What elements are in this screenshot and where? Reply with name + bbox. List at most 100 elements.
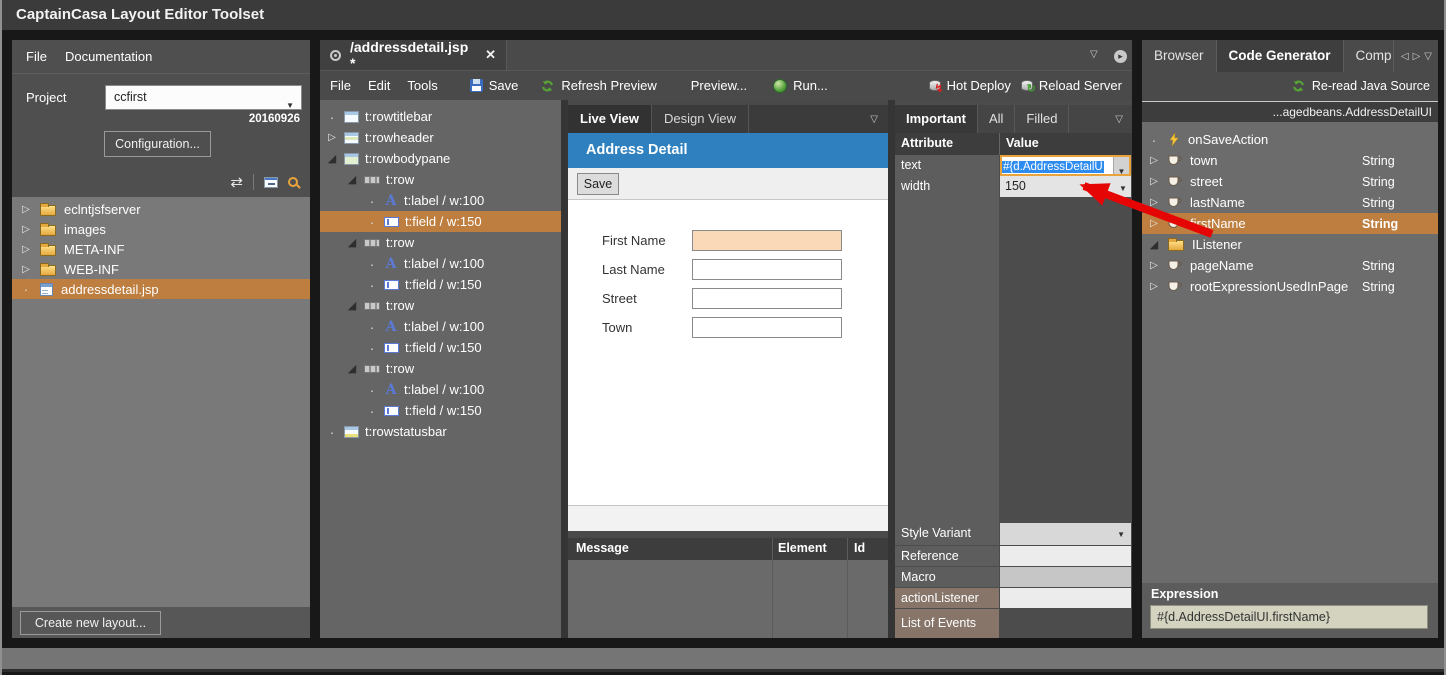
window-copy-icon[interactable] xyxy=(264,176,278,188)
tab-filled[interactable]: Filled xyxy=(1015,105,1070,133)
tree-node-rowstatusbar[interactable]: · t:rowstatusbar xyxy=(320,421,561,442)
tree-node-field[interactable]: · t:field / w:150 xyxy=(320,337,561,358)
tree-node-row[interactable]: ◢ t:row xyxy=(320,169,561,190)
bean-node-firstname-selected[interactable]: ▷ firstName String xyxy=(1142,213,1438,234)
chevron-down-icon[interactable]: ▽ xyxy=(870,114,888,125)
collapsed-arrow-icon[interactable]: ▷ xyxy=(1148,218,1160,229)
tree-node-label[interactable]: · t:label / w:100 xyxy=(320,253,561,274)
menu-tools[interactable]: Tools xyxy=(407,78,437,93)
attribute-value-width[interactable]: 150 ▼ xyxy=(1000,176,1131,197)
style-variant-select[interactable]: ▼ xyxy=(1000,523,1131,545)
reread-java-source-button[interactable]: Re-read Java Source xyxy=(1312,79,1430,93)
tree-node-row[interactable]: ◢ t:row xyxy=(320,358,561,379)
menu-edit[interactable]: Edit xyxy=(368,78,390,93)
tab-browser[interactable]: Browser xyxy=(1142,40,1217,72)
project-select[interactable]: ccfirst ▼ xyxy=(105,85,302,110)
tree-node-field-selected[interactable]: · t:field / w:150 xyxy=(320,211,561,232)
tab-live-view[interactable]: Live View xyxy=(568,105,653,133)
menu-file[interactable]: File xyxy=(26,49,47,64)
tree-node-rowbodypane[interactable]: ◢ t:rowbodypane xyxy=(320,148,561,169)
bean-node-town[interactable]: ▷ town String xyxy=(1142,150,1438,171)
tree-item-folder[interactable]: ▷ WEB-INF xyxy=(12,259,310,279)
column-message[interactable]: Message xyxy=(576,541,629,555)
collapsed-arrow-icon[interactable]: ▷ xyxy=(1148,197,1160,208)
column-element[interactable]: Element xyxy=(778,541,827,555)
tabbar-chevron-down-icon[interactable]: ▽ xyxy=(1090,49,1098,60)
nav-left-icon[interactable]: ◁ xyxy=(1401,51,1409,62)
expanded-arrow-icon[interactable]: ◢ xyxy=(346,236,358,249)
last-name-input[interactable] xyxy=(692,259,842,280)
configuration-button[interactable]: Configuration... xyxy=(104,131,211,157)
tree-item-folder[interactable]: ▷ META-INF xyxy=(12,239,310,259)
collapsed-arrow-icon[interactable]: ▷ xyxy=(20,264,32,275)
tree-node-label[interactable]: · t:label / w:100 xyxy=(320,316,561,337)
collapsed-arrow-icon[interactable]: ▷ xyxy=(20,204,32,215)
bean-node-ilistener[interactable]: ◢ IListener xyxy=(1142,234,1438,255)
create-new-layout-button[interactable]: Create new layout... xyxy=(20,611,161,635)
collapsed-arrow-icon[interactable]: ▷ xyxy=(1148,176,1160,187)
collapsed-arrow-icon[interactable]: ▷ xyxy=(1148,260,1160,271)
tree-node-field[interactable]: · t:field / w:150 xyxy=(320,274,561,295)
attribute-value-text-editor[interactable]: #{d.AddressDetailU ▼ xyxy=(1000,155,1131,176)
refresh-preview-button[interactable]: Refresh Preview xyxy=(540,78,657,93)
nav-right-icon[interactable]: ▷ xyxy=(1413,51,1421,62)
preview-save-button[interactable]: Save xyxy=(577,173,619,195)
tree-node-field[interactable]: · t:field / w:150 xyxy=(320,400,561,421)
tree-node-row[interactable]: ◢ t:row xyxy=(320,232,561,253)
macro-input[interactable] xyxy=(1000,567,1131,587)
editor-tab-addressdetail[interactable]: /addressdetail.jsp * ✕ xyxy=(320,39,507,71)
value-dropdown-button[interactable]: ▼ xyxy=(1113,157,1129,176)
save-button[interactable]: Save xyxy=(469,78,518,93)
tree-node-rowtitlebar[interactable]: · t:rowtitlebar xyxy=(320,106,561,127)
sync-icon[interactable]: ⇄ xyxy=(230,175,243,190)
town-input[interactable] xyxy=(692,317,842,338)
tree-node-label[interactable]: · t:label / w:100 xyxy=(320,379,561,400)
bean-node-street[interactable]: ▷ street String xyxy=(1142,171,1438,192)
tree-item-file-selected[interactable]: · addressdetail.jsp xyxy=(12,279,310,299)
expanded-arrow-icon[interactable]: ◢ xyxy=(326,152,338,165)
bean-node-onsaveaction[interactable]: · onSaveAction xyxy=(1142,129,1438,150)
expression-field[interactable]: #{d.AddressDetailUI.firstName} xyxy=(1150,605,1428,629)
tab-code-generator[interactable]: Code Generator xyxy=(1216,40,1344,72)
tab-all[interactable]: All xyxy=(978,105,1016,133)
reload-server-button[interactable]: Reload Server xyxy=(1020,78,1122,95)
run-button[interactable]: Run... xyxy=(773,78,828,93)
attribute-name-text[interactable]: text xyxy=(895,155,999,176)
chevron-down-icon[interactable]: ▽ xyxy=(1115,114,1132,125)
expanded-arrow-icon[interactable]: ◢ xyxy=(346,173,358,186)
preview-button[interactable]: Preview... xyxy=(691,78,747,93)
tab-important[interactable]: Important xyxy=(895,105,978,133)
column-id[interactable]: Id xyxy=(854,541,865,555)
collapsed-arrow-icon[interactable]: ▷ xyxy=(1148,155,1160,166)
menu-file[interactable]: File xyxy=(330,78,351,93)
collapsed-arrow-icon[interactable]: ▷ xyxy=(1148,281,1160,292)
tree-node-row[interactable]: ◢ t:row xyxy=(320,295,561,316)
close-icon[interactable]: ✕ xyxy=(485,47,496,63)
expanded-arrow-icon[interactable]: ◢ xyxy=(346,362,358,375)
street-input[interactable] xyxy=(692,288,842,309)
tree-node-rowheader[interactable]: ▷ t:rowheader xyxy=(320,127,561,148)
actionlistener-input[interactable] xyxy=(1000,588,1131,608)
expanded-arrow-icon[interactable]: ◢ xyxy=(346,299,358,312)
collapsed-arrow-icon[interactable]: ▷ xyxy=(326,132,338,143)
bean-node-rootexpression[interactable]: ▷ rootExpressionUsedInPage String xyxy=(1142,276,1438,297)
tree-item-folder[interactable]: ▷ eclntjsfserver xyxy=(12,199,310,219)
chevron-down-icon[interactable]: ▽ xyxy=(1424,51,1432,62)
tree-item-folder[interactable]: ▷ images xyxy=(12,219,310,239)
tree-node-label[interactable]: · t:label / w:100 xyxy=(320,190,561,211)
bean-node-lastname[interactable]: ▷ lastName String xyxy=(1142,192,1438,213)
menu-documentation[interactable]: Documentation xyxy=(65,49,152,64)
attribute-name-width[interactable]: width xyxy=(895,176,999,197)
search-icon[interactable] xyxy=(288,177,298,187)
hot-deploy-button[interactable]: Hot Deploy xyxy=(928,78,1011,95)
tab-design-view[interactable]: Design View xyxy=(652,105,750,133)
tab-components[interactable]: Comp xyxy=(1344,40,1394,72)
collapsed-arrow-icon[interactable]: ▷ xyxy=(20,244,32,255)
value-dropdown-button[interactable]: ▼ xyxy=(1115,176,1131,197)
expanded-arrow-icon[interactable]: ◢ xyxy=(1148,238,1160,251)
tabbar-detach-icon[interactable] xyxy=(1114,50,1127,64)
reference-input[interactable] xyxy=(1000,546,1131,566)
first-name-input[interactable] xyxy=(692,230,842,251)
bean-node-pagename[interactable]: ▷ pageName String xyxy=(1142,255,1438,276)
collapsed-arrow-icon[interactable]: ▷ xyxy=(20,224,32,235)
